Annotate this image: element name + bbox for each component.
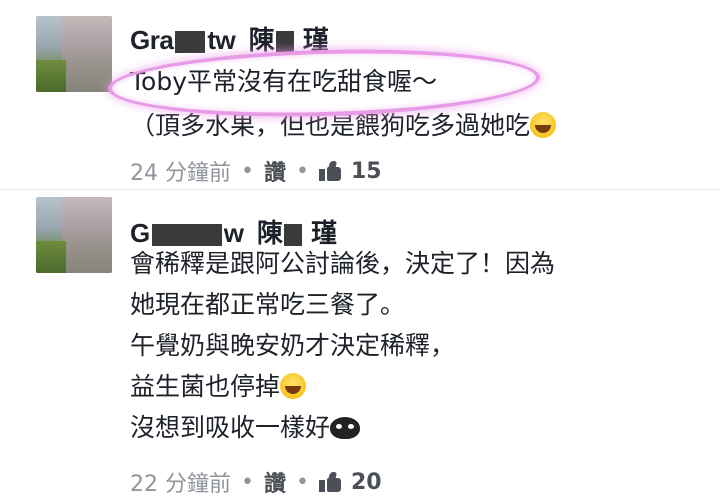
author-name-prefix: Gra	[130, 24, 174, 55]
comment-line: （頂多水果，但也是餵狗吃多過她吃	[130, 111, 531, 140]
like-icon[interactable]	[318, 472, 341, 492]
author-name-part: 陳	[248, 24, 275, 55]
comment-line-with-emoji: （頂多水果，但也是餵狗吃多過她吃	[130, 104, 690, 148]
timestamp[interactable]: 22 分鐘前	[130, 466, 231, 498]
comment-1: Gra tw 陳 瑾 Toby平常沒有在吃甜食喔～ （頂多水果，但也是餵狗吃多過她…	[0, 0, 720, 190]
comment-meta: 24 分鐘前 • 讚 • 15	[130, 155, 382, 187]
avatar[interactable]	[36, 16, 112, 92]
like-count[interactable]: 15	[351, 159, 382, 184]
avatar[interactable]	[36, 197, 112, 273]
comment-line: 益生菌也停掉	[130, 372, 281, 401]
comment-text: 會稀釋是跟阿公討論後，決定了！因為 她現在都正常吃三餐了。 午覺奶與晚安奶才決定…	[130, 243, 690, 448]
timestamp[interactable]: 24 分鐘前	[130, 155, 231, 187]
laughing-emoji-icon	[530, 112, 557, 138]
like-button[interactable]: 讚	[264, 466, 286, 498]
avatar-blur	[36, 241, 66, 273]
separator-dot: •	[296, 469, 309, 495]
avatar-blur	[62, 16, 112, 92]
comment-text: Toby平常沒有在吃甜食喔～ （頂多水果，但也是餵狗吃多過她吃	[130, 60, 690, 148]
like-count[interactable]: 20	[351, 470, 382, 495]
author-name[interactable]: Gra tw 陳 瑾	[130, 20, 329, 57]
avatar-blur	[62, 197, 112, 273]
author-name-part: 瑾	[302, 24, 329, 55]
like-button[interactable]: 讚	[264, 155, 286, 187]
separator-dot: •	[241, 469, 254, 495]
redaction-box	[276, 30, 295, 53]
like-icon[interactable]	[318, 161, 341, 181]
comment-meta: 22 分鐘前 • 讚 • 20	[130, 466, 382, 498]
author-name-mid: tw	[207, 24, 236, 55]
comment-line-with-emoji: 沒想到吸收一樣好	[130, 407, 690, 448]
comment-line-with-emoji: 益生菌也停掉	[130, 366, 690, 407]
comment-line: 會稀釋是跟阿公討論後，決定了！因為	[130, 249, 556, 278]
comment-line: Toby平常沒有在吃甜食喔～	[130, 67, 437, 96]
separator-dot: •	[296, 158, 309, 184]
comment-author[interactable]: Gra tw 陳 瑾	[130, 20, 329, 57]
comment-2: Gw 陳 瑾 會稀釋是跟阿公討論後，決定了！因為 她現在都正常吃三餐了。 午覺奶…	[0, 190, 720, 502]
redaction-box	[175, 30, 206, 53]
avatar-blur	[36, 60, 66, 92]
laughing-emoji-icon	[280, 373, 307, 399]
comment-line: 午覺奶與晚安奶才決定稀釋，	[130, 331, 456, 360]
comment-line: 她現在都正常吃三餐了。	[130, 290, 406, 319]
separator-dot: •	[241, 158, 254, 184]
devil-emoji-icon	[330, 417, 361, 439]
comment-line: 沒想到吸收一樣好	[130, 413, 331, 442]
